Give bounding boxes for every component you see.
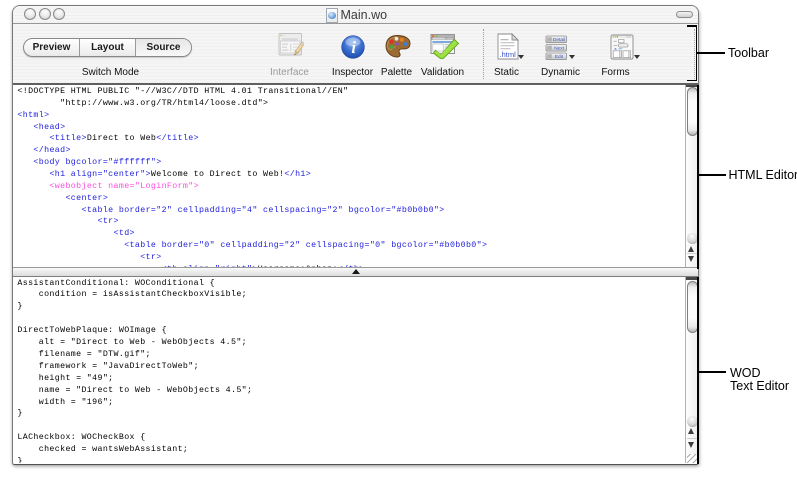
svg-text:Next: Next (554, 45, 565, 51)
svg-text:Edit: Edit (554, 54, 563, 60)
svg-text:Detail: Detail (552, 37, 564, 43)
svg-text:i: i (351, 38, 356, 57)
svg-text:.html: .html (500, 50, 517, 59)
